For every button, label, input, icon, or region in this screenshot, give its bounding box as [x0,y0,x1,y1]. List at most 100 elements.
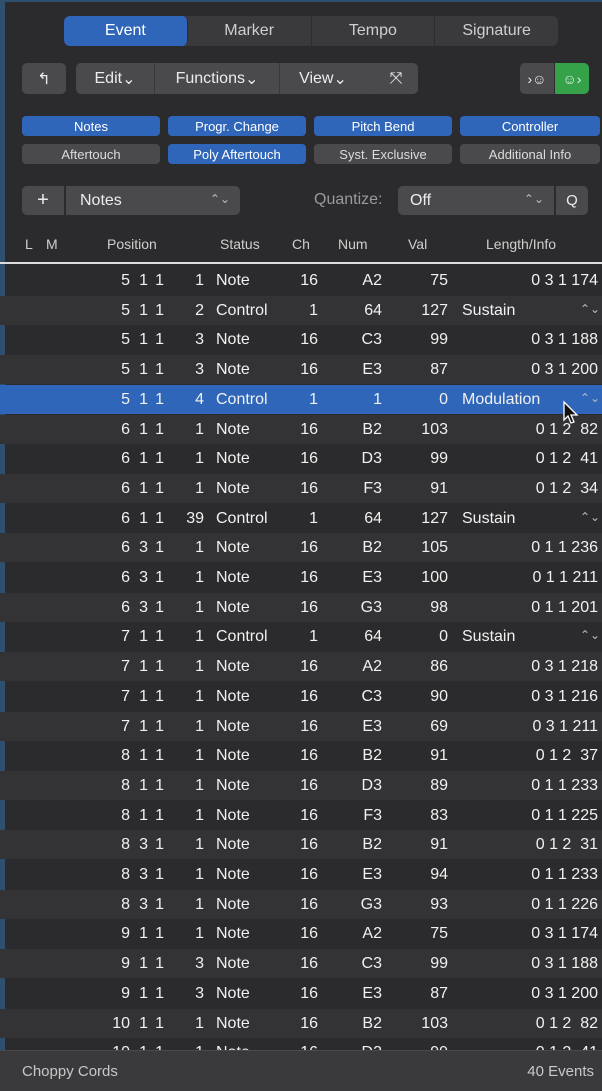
edit-label: Edit [94,69,123,87]
column-ch[interactable]: Ch [292,236,310,252]
event-row[interactable]: 7 1 1 1 Note 16 E3 69 0 3 1 211 [0,711,602,741]
length-info-cell: 0 3 1 200 [531,984,598,1002]
number-cell: C3 [361,955,382,973]
event-row[interactable]: 8 3 1 1 Note 16 G3 93 0 1 1 226 [0,889,602,919]
column-position[interactable]: Position [107,236,157,252]
event-row[interactable]: 9 1 1 1 Note 16 A2 75 0 3 1 174 [0,919,602,948]
position-tick: 1 [195,717,204,735]
event-row[interactable]: 8 3 1 1 Note 16 E3 94 0 1 1 233 [0,860,602,889]
filter-icon: ⤧ [389,69,403,87]
functions-menu[interactable]: Functions ⌄ [155,63,280,94]
updown-chevron-icon[interactable]: ⌃⌄ [580,391,600,405]
status-cell: Note [216,717,250,735]
length-info-cell[interactable]: Modulation [462,391,540,409]
channel-cell: 16 [300,450,318,468]
length-info-cell[interactable]: Sustain [462,510,515,528]
updown-chevron-icon[interactable]: ⌃⌄ [580,628,600,642]
event-row[interactable]: 7 1 1 1 Control 1 64 0 Sustain ⌃⌄ [0,622,602,651]
add-event-button[interactable]: + [22,186,64,215]
length-info-cell: 0 1 2 82 [535,1014,598,1032]
column-m[interactable]: M [46,236,58,252]
event-row[interactable]: 7 1 1 1 Note 16 A2 86 0 3 1 218 [0,652,602,682]
event-row[interactable]: 10 1 1 1 Note 16 B2 103 0 1 2 82 [0,1008,602,1038]
event-row[interactable]: 6 3 1 1 Note 16 E3 100 0 1 1 211 [0,563,602,592]
position-tick: 1 [195,836,204,854]
quantize-button[interactable]: Q [556,186,588,215]
event-row[interactable]: 8 3 1 1 Note 16 B2 91 0 1 2 31 [0,830,602,860]
event-row[interactable]: 8 1 1 1 Note 16 B2 91 0 1 2 37 [0,741,602,770]
value-cell: 100 [421,569,448,586]
position-beat: 1 [139,331,148,349]
updown-chevron-icon[interactable]: ⌃⌄ [580,510,600,524]
tab-event[interactable]: Event [64,16,188,46]
tab-signature[interactable]: Signature [435,16,558,46]
region-name: Choppy Cords [22,1063,118,1080]
filter-syst-exclusive[interactable]: Syst. Exclusive [314,144,452,164]
value-cell: 91 [430,836,448,854]
filter-aftertouch[interactable]: Aftertouch [22,144,160,164]
tab-tempo[interactable]: Tempo [312,16,436,46]
event-row[interactable]: 8 1 1 1 Note 16 D3 89 0 1 1 233 [0,770,602,800]
length-info-cell[interactable]: Sustain [462,628,515,646]
channel-cell: 16 [300,984,318,1002]
value-cell: 98 [430,598,448,616]
catch-filter-button[interactable]: ⤧ [374,63,418,94]
value-cell: 91 [430,479,448,497]
channel-cell: 16 [300,955,318,973]
column-val[interactable]: Val [408,236,427,252]
view-menu[interactable]: View ⌄ [280,63,366,94]
length-info-cell: 0 3 1 218 [531,658,598,676]
event-row[interactable]: 6 1 1 1 Note 16 F3 91 0 1 2 34 [0,473,602,503]
event-row[interactable]: 5 1 1 1 Note 16 A2 75 0 3 1 174 [0,266,602,295]
back-button[interactable]: ↰ [22,63,66,94]
filter-controller[interactable]: Controller [460,116,600,136]
event-row[interactable]: 6 3 1 1 Note 16 B2 105 0 1 1 236 [0,533,602,563]
event-row[interactable]: 9 1 1 3 Note 16 C3 99 0 3 1 188 [0,949,602,979]
filter-poly-aftertouch[interactable]: Poly Aftertouch [168,144,306,164]
event-row[interactable]: 6 3 1 1 Note 16 G3 98 0 1 1 201 [0,592,602,622]
midi-in-button[interactable]: ›☺ [520,63,554,94]
position-beat: 1 [139,628,148,646]
updown-chevron-icon[interactable]: ⌃⌄ [580,302,600,316]
event-row[interactable]: 8 1 1 1 Note 16 F3 83 0 1 1 225 [0,801,602,830]
length-info-cell: 0 1 2 37 [535,747,598,765]
status-cell: Control [216,390,268,408]
length-info-cell[interactable]: Sustain [462,302,515,320]
length-info-cell: 0 3 1 200 [531,361,598,379]
position-tick: 3 [195,331,204,349]
filter-pitch-bend[interactable]: Pitch Bend [314,116,452,136]
channel-cell: 16 [300,569,318,586]
functions-label: Functions [175,69,245,87]
column-length-info[interactable]: Length/Info [486,236,556,252]
event-row[interactable]: 7 1 1 1 Note 16 C3 90 0 3 1 216 [0,682,602,711]
midi-out-button[interactable]: ☺› [555,63,589,94]
position-beat: 1 [139,925,148,943]
channel-cell: 1 [309,390,318,408]
channel-cell: 16 [300,420,318,438]
column-num[interactable]: Num [338,236,368,252]
event-row[interactable]: 9 1 1 3 Note 16 E3 87 0 3 1 200 [0,979,602,1008]
column-status[interactable]: Status [220,236,260,252]
status-cell: Control [216,628,268,646]
filter-notes[interactable]: Notes [22,116,160,136]
edit-menu[interactable]: Edit ⌄ [76,63,155,94]
event-row[interactable]: 5 1 1 3 Note 16 E3 87 0 3 1 200 [0,355,602,385]
position-beat: 1 [139,361,148,379]
position-division: 1 [155,569,164,586]
event-row[interactable]: 5 1 1 3 Note 16 C3 99 0 3 1 188 [0,325,602,354]
quantize-select[interactable]: Off ⌃⌄ [398,186,554,215]
event-row[interactable]: 6 1 1 1 Note 16 B2 103 0 1 2 82 [0,414,602,444]
tab-marker[interactable]: Marker [188,16,312,46]
column-l[interactable]: L [25,236,33,252]
filter-additional-info[interactable]: Additional Info [460,144,600,164]
event-row[interactable]: 6 1 1 39 Control 1 64 127 Sustain ⌃⌄ [0,504,602,533]
position-bar: 6 [121,569,130,586]
event-row[interactable]: 10111Note16D3990 1 2 41 [0,1038,602,1050]
event-row[interactable]: 5 1 1 2 Control 1 64 127 Sustain ⌃⌄ [0,295,602,325]
position-tick: 1 [195,420,204,438]
value-cell: 0 [439,628,448,646]
event-type-select[interactable]: Notes ⌃⌄ [66,186,240,215]
event-row[interactable]: 6 1 1 1 Note 16 D3 99 0 1 2 41 [0,444,602,473]
event-row[interactable]: 5 1 1 4 Control 1 1 0 Modulation ⌃⌄ [0,384,602,414]
filter-prog-change[interactable]: Progr. Change [168,116,306,136]
